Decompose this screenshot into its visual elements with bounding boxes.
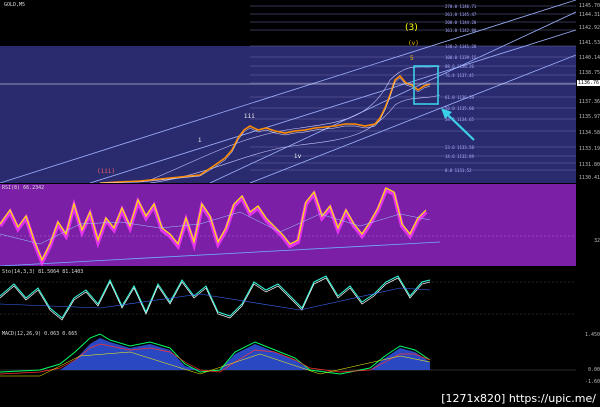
stoch-label: Sto(14,3,3) 81.5064 81.1403 <box>2 269 84 275</box>
price-tick: 1142.92 <box>578 25 600 31</box>
macd-label: MACD(12,26,9) 0.063 0.665 <box>2 331 78 337</box>
svg-text:50.0 1135.60: 50.0 1135.60 <box>445 106 474 111</box>
wave-label-iv: iv <box>294 153 302 160</box>
price-tick: 1134.58 <box>578 130 600 136</box>
svg-text:38.2 1134.65: 38.2 1134.65 <box>445 117 474 122</box>
rsi-level: 32 <box>593 238 600 244</box>
current-price-tag: 1136.76 <box>576 80 600 86</box>
macd-svg <box>0 330 576 387</box>
price-tick: 1133.19 <box>578 146 600 152</box>
svg-text:100.0 1139.15: 100.0 1139.15 <box>445 55 477 60</box>
stochastic-pane[interactable]: Sto(14,3,3) 81.5064 81.1403 <box>0 268 576 328</box>
price-tick: 1135.97 <box>578 114 600 120</box>
symbol-label: GOLD,M5 <box>4 2 26 8</box>
wave-label-i: i <box>198 137 202 144</box>
svg-text:76.4 1137.45: 76.4 1137.45 <box>445 73 474 78</box>
rsi-label: RSI(8) 66.2342 <box>2 185 45 191</box>
chart-main-area <box>0 46 576 183</box>
wave-label-iii: (iii) <box>97 168 116 175</box>
price-tick: 1140.14 <box>578 55 600 61</box>
svg-text:14.6 1132.89: 14.6 1132.89 <box>445 154 474 159</box>
wave-label-3: (3) <box>405 23 418 33</box>
svg-text:61.8 1136.39: 61.8 1136.39 <box>445 95 474 100</box>
price-tick: 1144.31 <box>578 12 600 18</box>
svg-text:270.0 1146.71: 270.0 1146.71 <box>445 4 477 9</box>
svg-text:261.8 1145.47: 261.8 1145.47 <box>445 12 477 17</box>
svg-text:138.2 1141.20: 138.2 1141.20 <box>445 44 477 49</box>
price-tick: 1131.80 <box>578 162 600 168</box>
macd-scale-top: 1.450 <box>584 332 600 338</box>
price-chart-svg: 270.0 1146.71 261.8 1145.47 200.0 1144.2… <box>0 0 576 183</box>
macd-scale-bot: -1.60 <box>584 379 600 385</box>
price-tick: 1130.41 <box>578 175 600 181</box>
macd-scale-mid: 0.00 <box>587 367 600 373</box>
price-tick: 1137.36 <box>578 99 600 105</box>
chart-top-area <box>0 0 576 46</box>
svg-text:88.6 1138.26: 88.6 1138.26 <box>445 64 474 69</box>
price-tick: 1145.70 <box>578 3 600 9</box>
price-tick: 1141.53 <box>578 40 600 46</box>
rsi-scale: 32 <box>577 184 600 266</box>
price-chart-pane[interactable]: 270.0 1146.71 261.8 1145.47 200.0 1144.2… <box>0 0 576 183</box>
image-host-footer: [1271x820] https://upic.me/ <box>437 390 600 407</box>
wave-label-5: 5 <box>410 55 414 62</box>
svg-text:161.8 1142.80: 161.8 1142.80 <box>445 28 477 33</box>
stoch-svg <box>0 268 576 328</box>
svg-text:23.6 1133.58: 23.6 1133.58 <box>445 145 474 150</box>
svg-text:200.0 1144.20: 200.0 1144.20 <box>445 20 477 25</box>
rsi-svg <box>0 184 576 266</box>
macd-scale: 1.450 0.00 -1.60 <box>577 330 600 387</box>
svg-text:0.0 1131.52: 0.0 1131.52 <box>445 168 472 173</box>
macd-pane[interactable]: MACD(12,26,9) 0.063 0.665 <box>0 330 576 387</box>
price-tick: 1138.75 <box>578 70 600 76</box>
rsi-pane[interactable]: RSI(8) 66.2342 <box>0 184 576 266</box>
wave-label-ii: iii <box>244 113 255 120</box>
wave-label-v: (v) <box>408 40 419 47</box>
price-scale: 1145.70 1144.31 1142.92 1141.53 1140.14 … <box>576 0 600 183</box>
